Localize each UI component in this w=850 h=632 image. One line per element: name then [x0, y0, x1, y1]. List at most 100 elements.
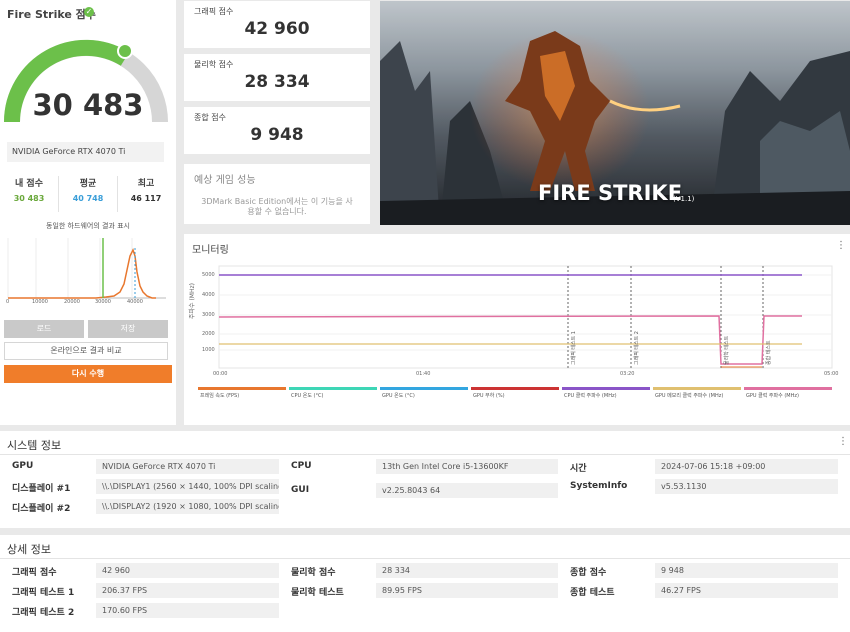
info-label: CPU [291, 461, 312, 471]
detail-value: 28 334 [376, 563, 558, 578]
game-perf-title: 예상 게임 성능 [194, 175, 256, 186]
hist-tick: 0 [6, 299, 10, 305]
fire-strike-banner: FIRE STRIKE (V1.1) [380, 1, 850, 225]
stat-value: 30 483 [13, 194, 45, 203]
score-histogram [7, 238, 166, 299]
y-tick: 5000 [202, 272, 215, 278]
stat-average: 평균 40 748 [58, 176, 118, 212]
info-value: 13th Gen Intel Core i5-13600KF [376, 459, 558, 474]
info-label: 시간 [570, 464, 587, 474]
stat-value: 46 117 [130, 194, 162, 203]
marker-label: 물리학 테스트 [724, 335, 730, 365]
card-label: 물리학 점수 [194, 60, 234, 69]
divider [0, 454, 850, 455]
stats-row: 내 점수 30 483 평균 40 748 최고 46 117 [0, 176, 176, 212]
marker-label: 그래픽 테스트 2 [634, 331, 640, 365]
legend-swatch [653, 387, 741, 390]
x-tick: 03:20 [620, 371, 635, 377]
legend-label: GPU 메모리 클럭 주파수 (MHz) [655, 393, 724, 399]
stat-best: 최고 46 117 [117, 176, 175, 203]
banner-version: (V1.1) [673, 195, 695, 203]
system-info-menu-icon[interactable]: ⋮ [838, 436, 848, 447]
info-value: v5.53.1130 [655, 479, 838, 494]
detail-label: 그래픽 테스트 2 [12, 608, 75, 618]
legend-swatch [744, 387, 832, 390]
stat-label: 최고 [137, 179, 155, 189]
detail-value: 170.60 FPS [96, 603, 279, 618]
legend-swatch [562, 387, 650, 390]
info-value: v2.25.8043 64 [376, 483, 558, 498]
legend-item-gpu-clock[interactable]: GPU 클럭 주파수 (MHz) [744, 387, 832, 399]
histogram-curve [8, 248, 156, 299]
legend-item-cpu-clock[interactable]: CPU 클럭 주파수 (MHz) [562, 387, 650, 399]
y-tick: 1000 [202, 347, 215, 353]
physics-score-card: 물리학 점수 28 334 [184, 54, 370, 101]
system-info-panel: 시스템 정보 ⋮ GPU NVIDIA GeForce RTX 4070 Ti … [0, 431, 850, 528]
check-icon: ✓ [84, 7, 94, 17]
hist-tick: 10000 [32, 299, 48, 305]
gauge-knob [117, 43, 133, 59]
stat-value: 40 748 [72, 194, 104, 203]
legend-item-cpu-temp[interactable]: CPU 온도 (°C) [289, 387, 377, 399]
y-tick: 3000 [202, 312, 215, 318]
legend-item-gpu-temp[interactable]: GPU 온도 (°C) [380, 387, 468, 399]
detail-value: 46.27 FPS [655, 583, 838, 598]
legend-label: CPU 온도 (°C) [291, 393, 324, 399]
save-button[interactable]: 저장 [88, 320, 168, 338]
detail-value: 42 960 [96, 563, 279, 578]
detail-value: 9 948 [655, 563, 838, 578]
info-label: 디스플레이 #1 [12, 484, 71, 494]
info-value: 2024-07-06 15:18 +09:00 [655, 459, 838, 474]
detail-info-title: 상세 정보 [7, 543, 51, 556]
detail-label: 물리학 테스트 [291, 588, 344, 598]
load-button[interactable]: 로드 [4, 320, 84, 338]
gpu-name-field: NVIDIA GeForce RTX 4070 Ti [7, 142, 164, 162]
divider [0, 558, 850, 559]
detail-value: 89.95 FPS [376, 583, 558, 598]
detail-label: 그래픽 테스트 1 [12, 588, 75, 598]
info-value: \\.\DISPLAY1 (2560 × 1440, 100% DPI scal… [96, 479, 279, 494]
legend-label: 프레임 속도 (FPS) [200, 393, 240, 399]
info-label: GPU [12, 461, 34, 471]
legend: 프레임 속도 (FPS) CPU 온도 (°C) GPU 온도 (°C) GPU… [198, 387, 838, 403]
histogram-caption: 동일한 하드웨어의 결과 표시 [46, 222, 130, 230]
stat-label: 내 점수 [15, 179, 43, 189]
legend-swatch [289, 387, 377, 390]
info-label: 디스플레이 #2 [12, 504, 71, 514]
card-label: 그래픽 점수 [194, 7, 234, 16]
info-value: \\.\DISPLAY2 (1920 × 1080, 100% DPI scal… [96, 499, 279, 514]
hist-tick: 30000 [95, 299, 111, 305]
combined-score-card: 종합 점수 9 948 [184, 107, 370, 154]
info-label: GUI [291, 485, 310, 495]
card-value: 28 334 [244, 72, 310, 92]
info-value: NVIDIA GeForce RTX 4070 Ti [96, 459, 279, 474]
legend-swatch [380, 387, 468, 390]
detail-info-panel: 상세 정보 그래픽 점수 42 960 그래픽 테스트 1 206.37 FPS… [0, 535, 850, 632]
graphics-score-card: 그래픽 점수 42 960 [184, 1, 370, 48]
hist-tick: 20000 [64, 299, 80, 305]
legend-swatch [471, 387, 559, 390]
card-value: 42 960 [244, 19, 310, 39]
run-again-button[interactable]: 다시 수행 [4, 365, 172, 383]
compare-online-button[interactable]: 온라인으로 결과 비교 [4, 342, 168, 360]
banner-title: FIRE STRIKE [538, 181, 683, 205]
detail-label: 종합 테스트 [570, 588, 615, 598]
detail-label: 종합 점수 [570, 568, 607, 578]
x-tick: 05:00 [824, 371, 839, 377]
legend-item-gpu-load[interactable]: GPU 부하 (%) [471, 387, 559, 399]
gpu-name: NVIDIA GeForce RTX 4070 Ti [12, 147, 126, 156]
stat-label: 평균 [79, 179, 97, 189]
marker-label: 그래픽 테스트 1 [571, 331, 577, 365]
legend-swatch [198, 387, 286, 390]
monitoring-panel: 모니터링 ⋮ 주파수 (MHz) 5000 4000 3000 2000 100… [184, 234, 850, 425]
legend-item-gpu-memory-clock[interactable]: GPU 메모리 클럭 주파수 (MHz) [653, 387, 741, 399]
legend-label: GPU 부하 (%) [473, 393, 505, 399]
info-label: SystemInfo [570, 481, 628, 491]
legend-item-fps[interactable]: 프레임 속도 (FPS) [198, 387, 286, 399]
score-panel: Fire Strike 점수 ✓ 30 483 NVIDIA GeForce R… [0, 0, 176, 425]
detail-value: 206.37 FPS [96, 583, 279, 598]
y-tick: 4000 [202, 292, 215, 298]
main-score: 30 483 [32, 88, 144, 122]
hist-tick: 40000 [127, 299, 143, 305]
detail-label: 물리학 점수 [291, 568, 336, 578]
